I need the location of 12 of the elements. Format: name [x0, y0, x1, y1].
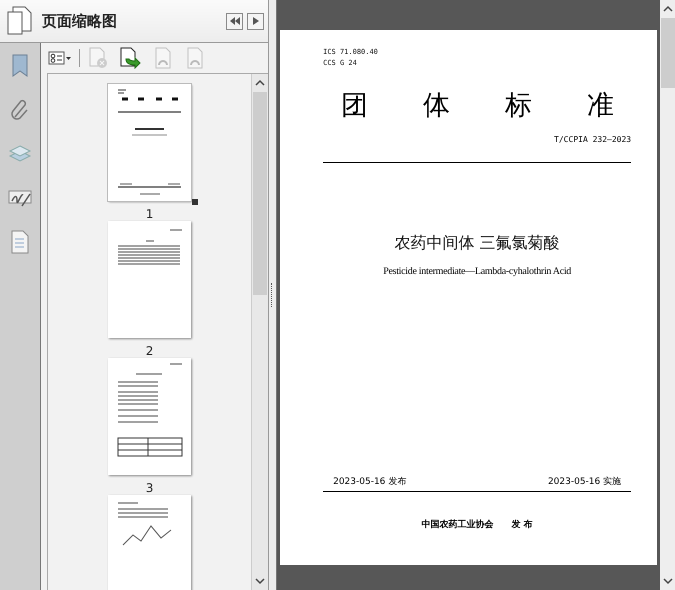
issue-date: 2023-05-16 发布 — [333, 476, 406, 488]
publisher-name: 中国农药工业协会 — [422, 518, 494, 531]
document-title: 农药中间体 三氟氯菊酸 — [394, 233, 560, 254]
document-heading: 团体标准 — [341, 89, 632, 123]
page-number: 1 — [146, 207, 154, 221]
publish-label: 发 布 — [512, 518, 533, 531]
effective-date: 2023-05-16 实施 — [548, 476, 622, 488]
panel-title: 页面缩略图 — [42, 12, 118, 30]
standard-number: T/CCPIA 232—2023 — [554, 135, 632, 144]
page-number: 3 — [146, 481, 154, 495]
document-subtitle: Pesticide intermediate—Lambda-cyhalothrin Acid — [383, 266, 572, 277]
page-number: 2 — [146, 344, 154, 358]
